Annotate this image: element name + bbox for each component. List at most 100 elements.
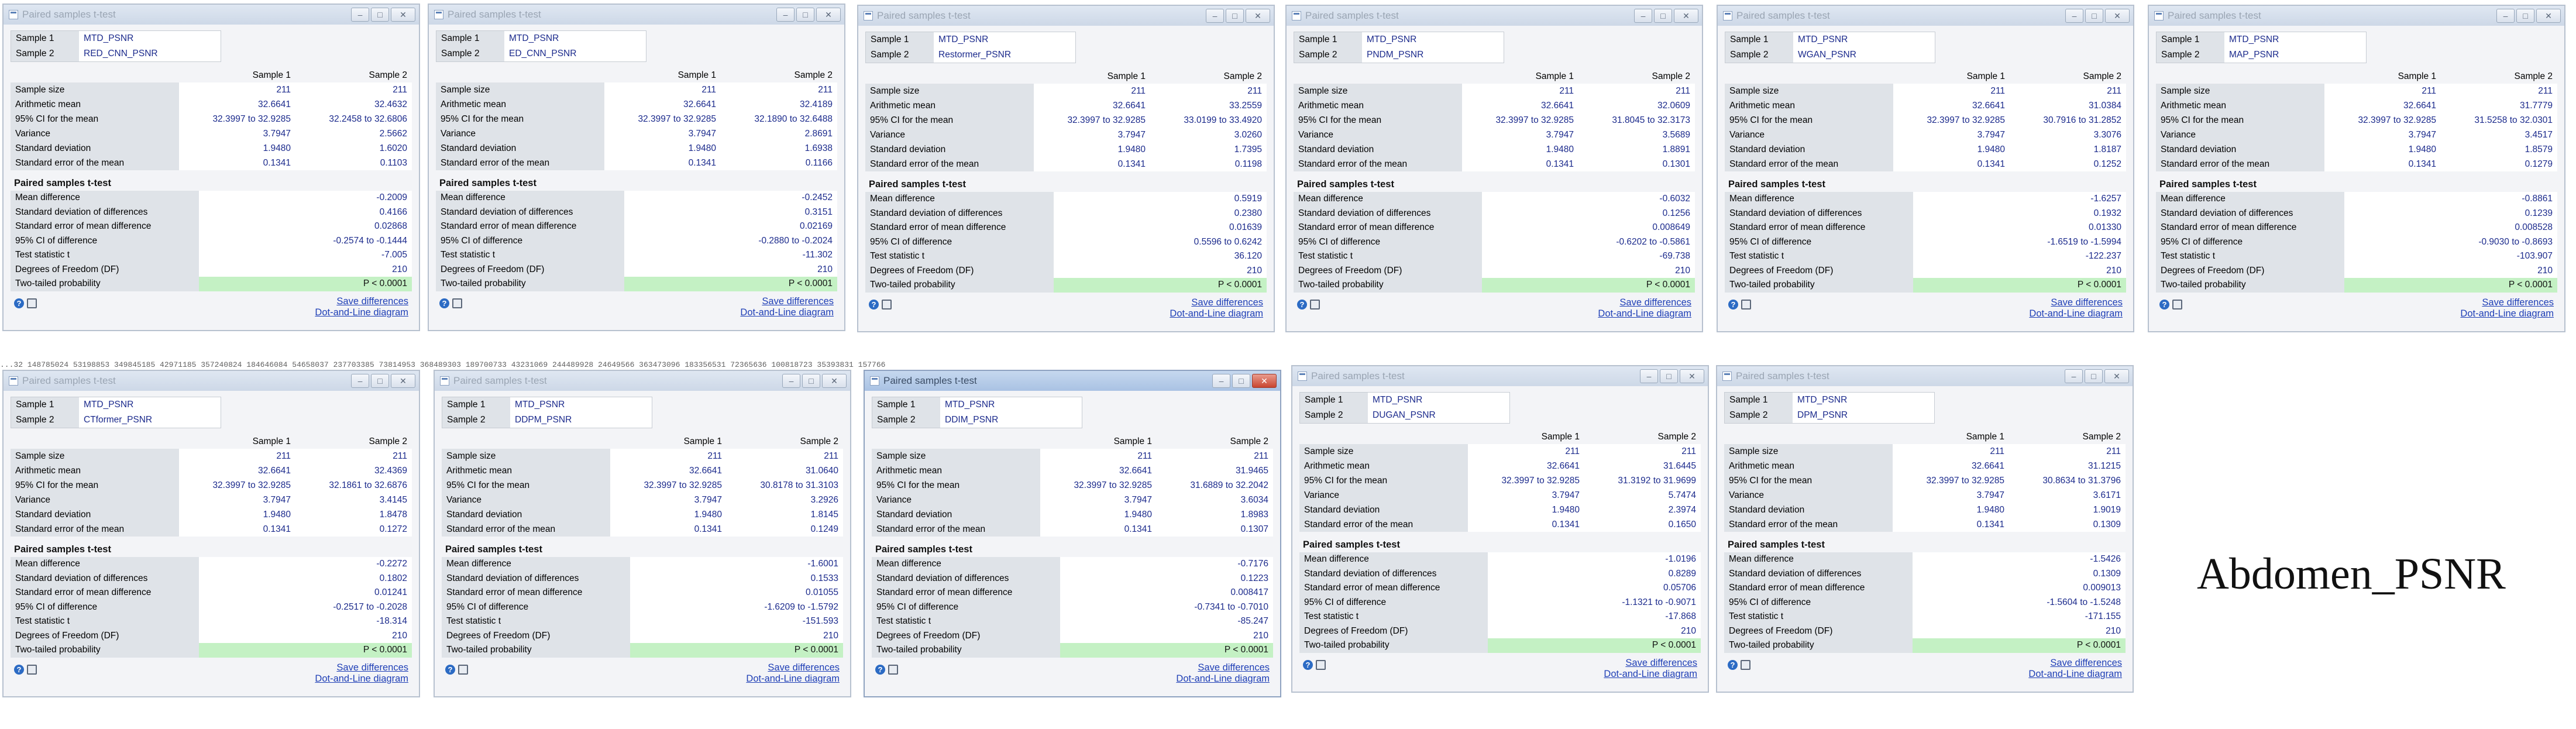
- save-differences-link[interactable]: Save differences: [746, 662, 840, 673]
- maximize-button[interactable]: □: [802, 374, 820, 388]
- close-button[interactable]: ✕: [2105, 9, 2130, 23]
- save-differences-link[interactable]: Save differences: [2029, 297, 2123, 308]
- maximize-button[interactable]: □: [371, 8, 389, 22]
- dot-and-line-diagram-link[interactable]: Dot-and-Line diagram: [1598, 308, 1691, 319]
- title-bar[interactable]: Paired samples t-test – □ ✕: [1292, 366, 1708, 386]
- ttest-window[interactable]: Paired samples t-test – □ ✕ Sample 1 MTD_PS…: [1285, 5, 1703, 332]
- minimize-button[interactable]: –: [2065, 369, 2083, 383]
- maximize-button[interactable]: □: [796, 8, 814, 22]
- title-bar[interactable]: Paired samples t-test – □ ✕: [4, 5, 419, 25]
- title-bar[interactable]: Paired samples t-test – □ ✕: [1718, 6, 2133, 26]
- maximize-button[interactable]: □: [1654, 9, 1672, 23]
- help-icon[interactable]: ?: [1728, 299, 1738, 310]
- help-icon[interactable]: ?: [439, 298, 449, 308]
- minimize-button[interactable]: –: [1640, 369, 1658, 383]
- title-bar[interactable]: Paired samples t-test – □ ✕: [2149, 6, 2564, 26]
- print-icon[interactable]: [452, 298, 462, 308]
- title-bar[interactable]: Paired samples t-test – □ ✕: [4, 371, 419, 391]
- close-button[interactable]: ✕: [1246, 9, 1270, 23]
- close-button[interactable]: ✕: [816, 8, 841, 22]
- help-icon[interactable]: ?: [14, 664, 24, 675]
- minimize-button[interactable]: –: [1212, 374, 1230, 388]
- print-icon[interactable]: [2172, 299, 2182, 310]
- close-button[interactable]: ✕: [822, 374, 847, 388]
- dot-and-line-diagram-link[interactable]: Dot-and-Line diagram: [315, 673, 408, 685]
- help-icon[interactable]: ?: [2159, 299, 2169, 310]
- print-icon[interactable]: [1316, 659, 1326, 670]
- minimize-button[interactable]: –: [776, 8, 795, 22]
- save-differences-link[interactable]: Save differences: [315, 296, 408, 307]
- title-bar[interactable]: Paired samples t-test – □ ✕: [435, 371, 850, 391]
- maximize-button[interactable]: □: [1660, 369, 1678, 383]
- save-differences-link[interactable]: Save differences: [2028, 658, 2122, 669]
- close-button[interactable]: ✕: [1680, 369, 1704, 383]
- dot-and-line-diagram-link[interactable]: Dot-and-Line diagram: [746, 673, 840, 685]
- save-differences-link[interactable]: Save differences: [740, 296, 834, 307]
- save-differences-link[interactable]: Save differences: [1170, 297, 1263, 308]
- print-icon[interactable]: [882, 299, 892, 310]
- dot-and-line-diagram-link[interactable]: Dot-and-Line diagram: [2028, 669, 2122, 680]
- help-icon[interactable]: ?: [869, 299, 879, 310]
- print-icon[interactable]: [458, 664, 468, 675]
- dot-and-line-diagram-link[interactable]: Dot-and-Line diagram: [1170, 308, 1263, 319]
- minimize-button[interactable]: –: [351, 8, 369, 22]
- close-button[interactable]: ✕: [1252, 374, 1277, 388]
- print-icon[interactable]: [1741, 659, 1750, 670]
- maximize-button[interactable]: □: [2085, 369, 2103, 383]
- minimize-button[interactable]: –: [1634, 9, 1652, 23]
- minimize-button[interactable]: –: [351, 374, 369, 388]
- save-differences-link[interactable]: Save differences: [1604, 658, 1697, 669]
- help-icon[interactable]: ?: [445, 664, 455, 675]
- close-button[interactable]: ✕: [1674, 9, 1698, 23]
- close-button[interactable]: ✕: [2536, 9, 2561, 23]
- ttest-window[interactable]: Paired samples t-test – □ ✕ Sample 1 MTD_PS…: [1717, 5, 2134, 332]
- title-bar[interactable]: Paired samples t-test – □ ✕: [1717, 366, 2133, 386]
- minimize-button[interactable]: –: [782, 374, 800, 388]
- maximize-button[interactable]: □: [2516, 9, 2534, 23]
- ttest-window[interactable]: Paired samples t-test – □ ✕ Sample 1 MTD_PS…: [2148, 5, 2565, 332]
- maximize-button[interactable]: □: [2085, 9, 2103, 23]
- help-icon[interactable]: ?: [14, 298, 24, 308]
- save-differences-link[interactable]: Save differences: [1176, 662, 1270, 673]
- print-icon[interactable]: [888, 664, 898, 675]
- title-bar[interactable]: Paired samples t-test – □ ✕: [858, 6, 1274, 26]
- help-icon[interactable]: ?: [1728, 659, 1738, 670]
- window-title: Paired samples t-test: [22, 9, 116, 20]
- dot-and-line-diagram-link[interactable]: Dot-and-Line diagram: [2029, 308, 2123, 319]
- title-bar[interactable]: Paired samples t-test – □ ✕: [1287, 6, 1702, 26]
- ttest-window[interactable]: Paired samples t-test – □ ✕ Sample 1 MTD_PS…: [428, 4, 845, 331]
- save-differences-link[interactable]: Save differences: [315, 662, 408, 673]
- close-button[interactable]: ✕: [2104, 369, 2129, 383]
- help-icon[interactable]: ?: [875, 664, 885, 675]
- minimize-button[interactable]: –: [1206, 9, 1224, 23]
- maximize-button[interactable]: □: [1226, 9, 1244, 23]
- help-icon[interactable]: ?: [1303, 659, 1313, 670]
- close-button[interactable]: ✕: [391, 8, 415, 22]
- dot-and-line-diagram-link[interactable]: Dot-and-Line diagram: [315, 307, 408, 318]
- ttest-window[interactable]: Paired samples t-test – □ ✕ Sample 1 MTD_PS…: [2, 4, 420, 331]
- help-icon[interactable]: ?: [1297, 299, 1307, 310]
- print-icon[interactable]: [1310, 299, 1320, 310]
- close-button[interactable]: ✕: [391, 374, 415, 388]
- maximize-button[interactable]: □: [371, 374, 389, 388]
- ttest-window[interactable]: Paired samples t-test – □ ✕ Sample 1 MTD_PS…: [1291, 365, 1709, 693]
- maximize-button[interactable]: □: [1232, 374, 1250, 388]
- dot-and-line-diagram-link[interactable]: Dot-and-Line diagram: [1604, 669, 1697, 680]
- ttest-window[interactable]: Paired samples t-test – □ ✕ Sample 1 MTD_PS…: [2, 370, 420, 697]
- print-icon[interactable]: [27, 298, 37, 308]
- title-bar[interactable]: Paired samples t-test – □ ✕: [865, 371, 1280, 391]
- dot-and-line-diagram-link[interactable]: Dot-and-Line diagram: [1176, 673, 1270, 685]
- save-differences-link[interactable]: Save differences: [2460, 297, 2554, 308]
- title-bar[interactable]: Paired samples t-test – □ ✕: [429, 5, 844, 25]
- print-icon[interactable]: [1741, 299, 1751, 310]
- print-icon[interactable]: [27, 664, 37, 675]
- ttest-window[interactable]: Paired samples t-test – □ ✕ Sample 1 MTD_PS…: [1716, 365, 2134, 693]
- dot-and-line-diagram-link[interactable]: Dot-and-Line diagram: [740, 307, 834, 318]
- ttest-window[interactable]: Paired samples t-test – □ ✕ Sample 1 MTD_PS…: [857, 5, 1275, 332]
- ttest-window[interactable]: Paired samples t-test – □ ✕ Sample 1 MTD_PS…: [864, 370, 1281, 697]
- ttest-window[interactable]: Paired samples t-test – □ ✕ Sample 1 MTD_PS…: [434, 370, 851, 697]
- dot-and-line-diagram-link[interactable]: Dot-and-Line diagram: [2460, 308, 2554, 319]
- minimize-button[interactable]: –: [2065, 9, 2083, 23]
- minimize-button[interactable]: –: [2496, 9, 2515, 23]
- save-differences-link[interactable]: Save differences: [1598, 297, 1691, 308]
